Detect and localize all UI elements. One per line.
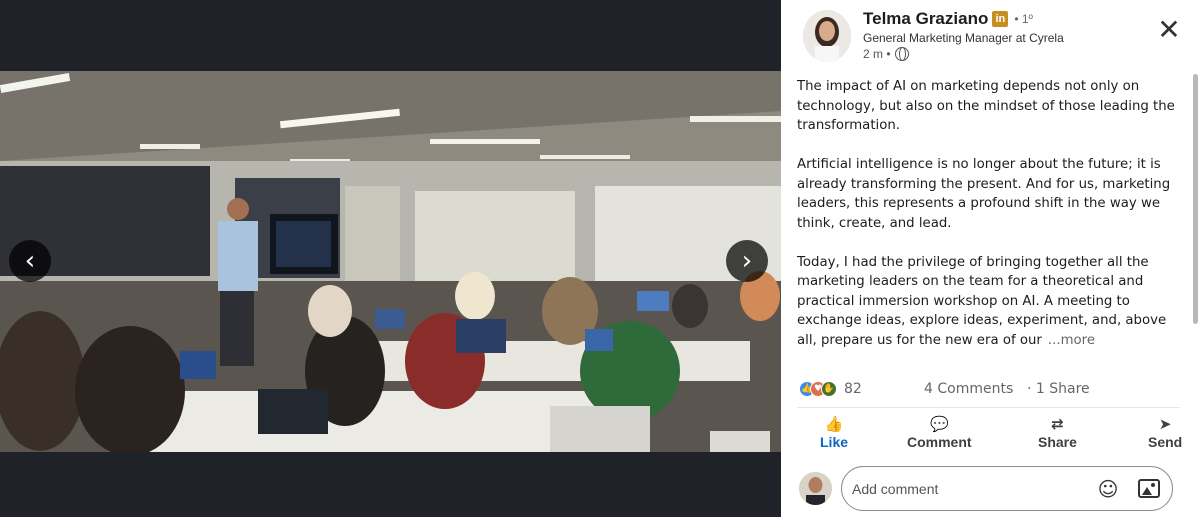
comments-count[interactable]: 4 Comments	[924, 381, 1013, 397]
emoji-button[interactable]: ☺	[1096, 477, 1120, 501]
globe-icon	[894, 47, 909, 61]
comment-input[interactable]	[852, 477, 1087, 501]
author-name[interactable]: Telma Graziano	[863, 9, 988, 29]
comment-button[interactable]: 💬 Comment	[907, 414, 972, 450]
author-headline: General Marketing Manager at Cyrela	[863, 31, 1064, 45]
send-label: Send	[1148, 434, 1183, 450]
post-text: The impact of AI on marketing depends no…	[797, 77, 1182, 350]
post-paragraph: Today, I had the privilege of bringing t…	[797, 254, 1167, 348]
reactions-count[interactable]: 82	[844, 381, 862, 397]
classroom-photo	[0, 71, 781, 452]
post-photo[interactable]	[0, 71, 781, 452]
post-time: 2 m •	[863, 47, 891, 61]
current-user-avatar[interactable]	[799, 472, 832, 505]
send-button[interactable]: ➤ Send	[1148, 414, 1182, 450]
linkedin-premium-icon: in	[992, 11, 1009, 27]
action-bar: 👍 Like 💬 Comment ⇄ Share ➤ Send	[790, 414, 1190, 458]
next-image-button[interactable]: ›	[726, 240, 768, 282]
social-counts: 👍 ♥ ✋ 82 4 Comments · 1 Share	[797, 379, 1187, 401]
paper-plane-icon: ➤	[1158, 415, 1172, 433]
chevron-right-icon: ›	[741, 246, 753, 276]
add-image-button[interactable]	[1138, 479, 1160, 498]
author-avatar[interactable]	[803, 10, 851, 62]
like-button[interactable]: 👍 Like	[820, 414, 848, 450]
emoji-icon: ☺	[1097, 477, 1119, 501]
repost-icon: ⇄	[1051, 415, 1064, 433]
comment-composer: ☺	[841, 466, 1173, 511]
share-label: Share	[1038, 434, 1077, 450]
celebrate-reaction-icon: ✋	[821, 381, 837, 397]
image-viewer: ‹ ›	[0, 0, 781, 517]
divider	[797, 407, 1180, 408]
post-paragraph: The impact of AI on marketing depends no…	[797, 79, 1175, 133]
thumbs-up-icon: 👍	[824, 415, 844, 433]
comment-label: Comment	[907, 434, 972, 450]
post-paragraph-truncated: Today, I had the privilege of bringing t…	[797, 253, 1182, 351]
current-user-portrait	[799, 472, 832, 505]
repost-button[interactable]: ⇄ Share	[1038, 414, 1077, 450]
close-icon: ✕	[1157, 13, 1181, 46]
panel-scrollbar[interactable]	[1193, 74, 1198, 324]
previous-image-button[interactable]: ‹	[9, 240, 51, 282]
shares-count[interactable]: · 1 Share	[1027, 381, 1090, 397]
post-paragraph: Artificial intelligence is no longer abo…	[797, 157, 1171, 231]
close-button[interactable]: ✕	[1155, 16, 1183, 44]
post-timestamp: 2 m •	[863, 47, 909, 61]
chevron-left-icon: ‹	[24, 246, 36, 276]
like-label: Like	[820, 434, 849, 450]
connection-degree: • 1º	[1014, 12, 1033, 26]
reaction-icons[interactable]: 👍 ♥ ✋	[799, 381, 837, 397]
speech-bubble-icon: 💬	[929, 415, 949, 433]
author-portrait	[803, 10, 851, 62]
author-name-row: Telma Graziano in • 1º	[863, 9, 1033, 29]
see-more-link[interactable]: ...more	[1048, 333, 1095, 348]
